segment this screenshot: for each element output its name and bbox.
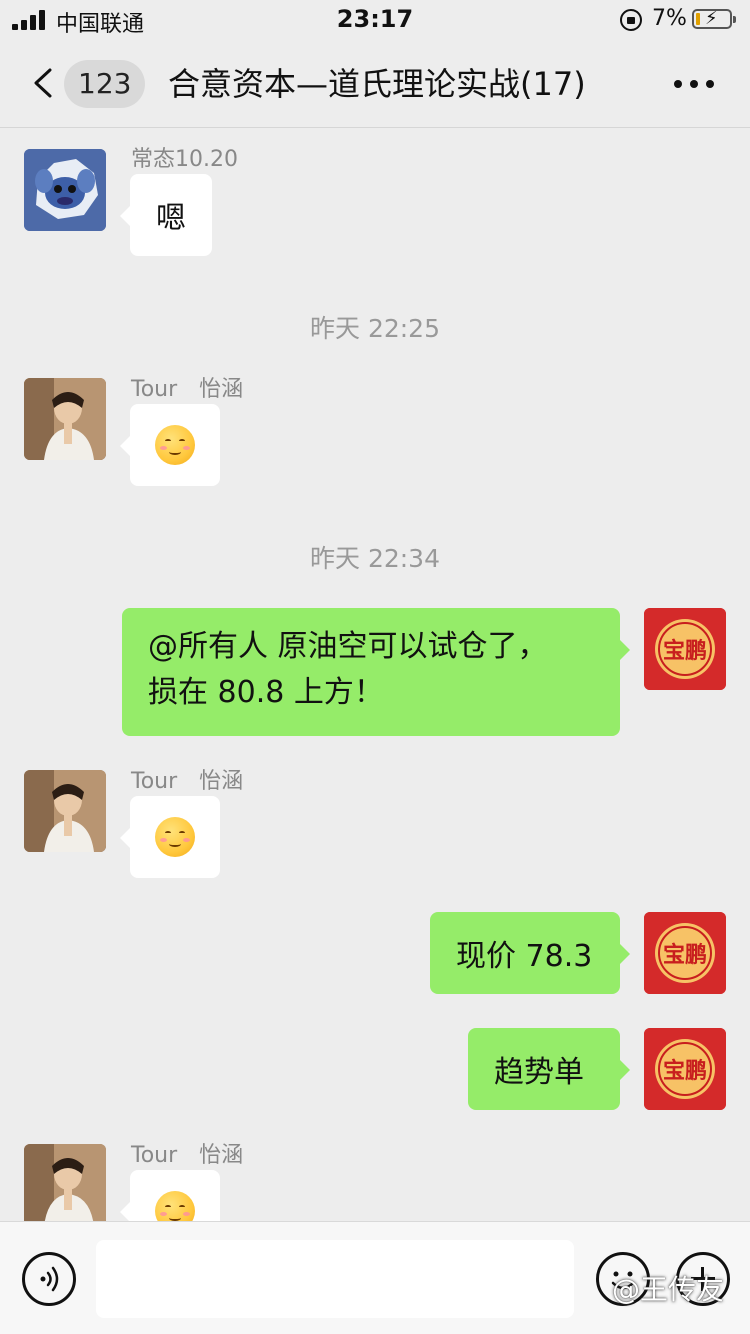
status-bar: 中国联通 23:17 7% ⚡ (0, 0, 750, 40)
sent-message-bubble[interactable]: 趋势单 (468, 1028, 630, 1110)
tour-avatar[interactable] (24, 770, 106, 852)
smiling-face-emoji-icon (155, 1191, 195, 1221)
sender-name: Tour 怡涵 (131, 769, 244, 794)
more-options-icon[interactable] (674, 80, 714, 90)
message-text: 趋势单 (494, 1055, 584, 1090)
unread-count-badge[interactable]: 123 (64, 60, 146, 108)
back-chevron-icon[interactable] (30, 68, 56, 98)
sender-name: 常态10.20 (131, 147, 238, 172)
smiling-face-emoji-icon (155, 817, 195, 857)
sender-name: Tour 怡涵 (131, 1143, 244, 1168)
received-message-bubble[interactable] (120, 404, 220, 486)
sender-name: Tour 怡涵 (131, 377, 244, 402)
voice-icon (40, 1266, 59, 1292)
message-text-line: @所有人 原油空可以试仓了， (148, 629, 548, 664)
self-avatar[interactable]: 宝鹏 (644, 1028, 726, 1110)
sent-message-bubble[interactable]: @所有人 原油空可以试仓了， 损在 80.8 上方！ (122, 608, 630, 736)
time-separator: 昨天 22:34 (310, 544, 440, 573)
message-input[interactable] (96, 1240, 574, 1318)
self-avatar-glyph: 宝鹏 (663, 1058, 707, 1084)
self-avatar[interactable]: 宝鹏 (644, 912, 726, 994)
battery-percent: 7% (652, 6, 687, 31)
watermark-text: @王传友 (612, 1273, 725, 1306)
self-avatar[interactable]: 宝鹏 (644, 608, 726, 690)
self-avatar-glyph: 宝鹏 (663, 638, 707, 664)
received-message-bubble[interactable] (120, 796, 220, 878)
tour-avatar[interactable] (24, 378, 106, 460)
voice-input-button[interactable] (22, 1252, 76, 1306)
chat-message-list[interactable]: 常态10.20 嗯 昨天 22:25 Tour 怡涵 昨天 22:34 @所有人… (0, 129, 750, 1221)
sent-message-bubble[interactable]: 现价 78.3 (430, 912, 630, 994)
message-text: 现价 78.3 (456, 939, 593, 974)
message-text: 嗯 (156, 201, 186, 236)
nav-bar: 123 合意资本—道氏理论实战(17) (0, 40, 750, 128)
battery-icon: ⚡ (692, 8, 736, 29)
chat-title: 合意资本—道氏理论实战(17) (168, 65, 586, 103)
tour-avatar[interactable] (24, 1144, 106, 1221)
received-message-bubble[interactable]: 嗯 (120, 174, 212, 256)
time-separator: 昨天 22:25 (310, 314, 440, 343)
stitch-avatar[interactable] (24, 149, 106, 231)
smiling-face-emoji-icon (155, 425, 195, 465)
received-message-bubble[interactable] (120, 1170, 220, 1221)
self-avatar-glyph: 宝鹏 (663, 942, 707, 968)
orientation-lock-icon (620, 9, 642, 31)
message-text-line: 损在 80.8 上方！ (148, 675, 384, 710)
